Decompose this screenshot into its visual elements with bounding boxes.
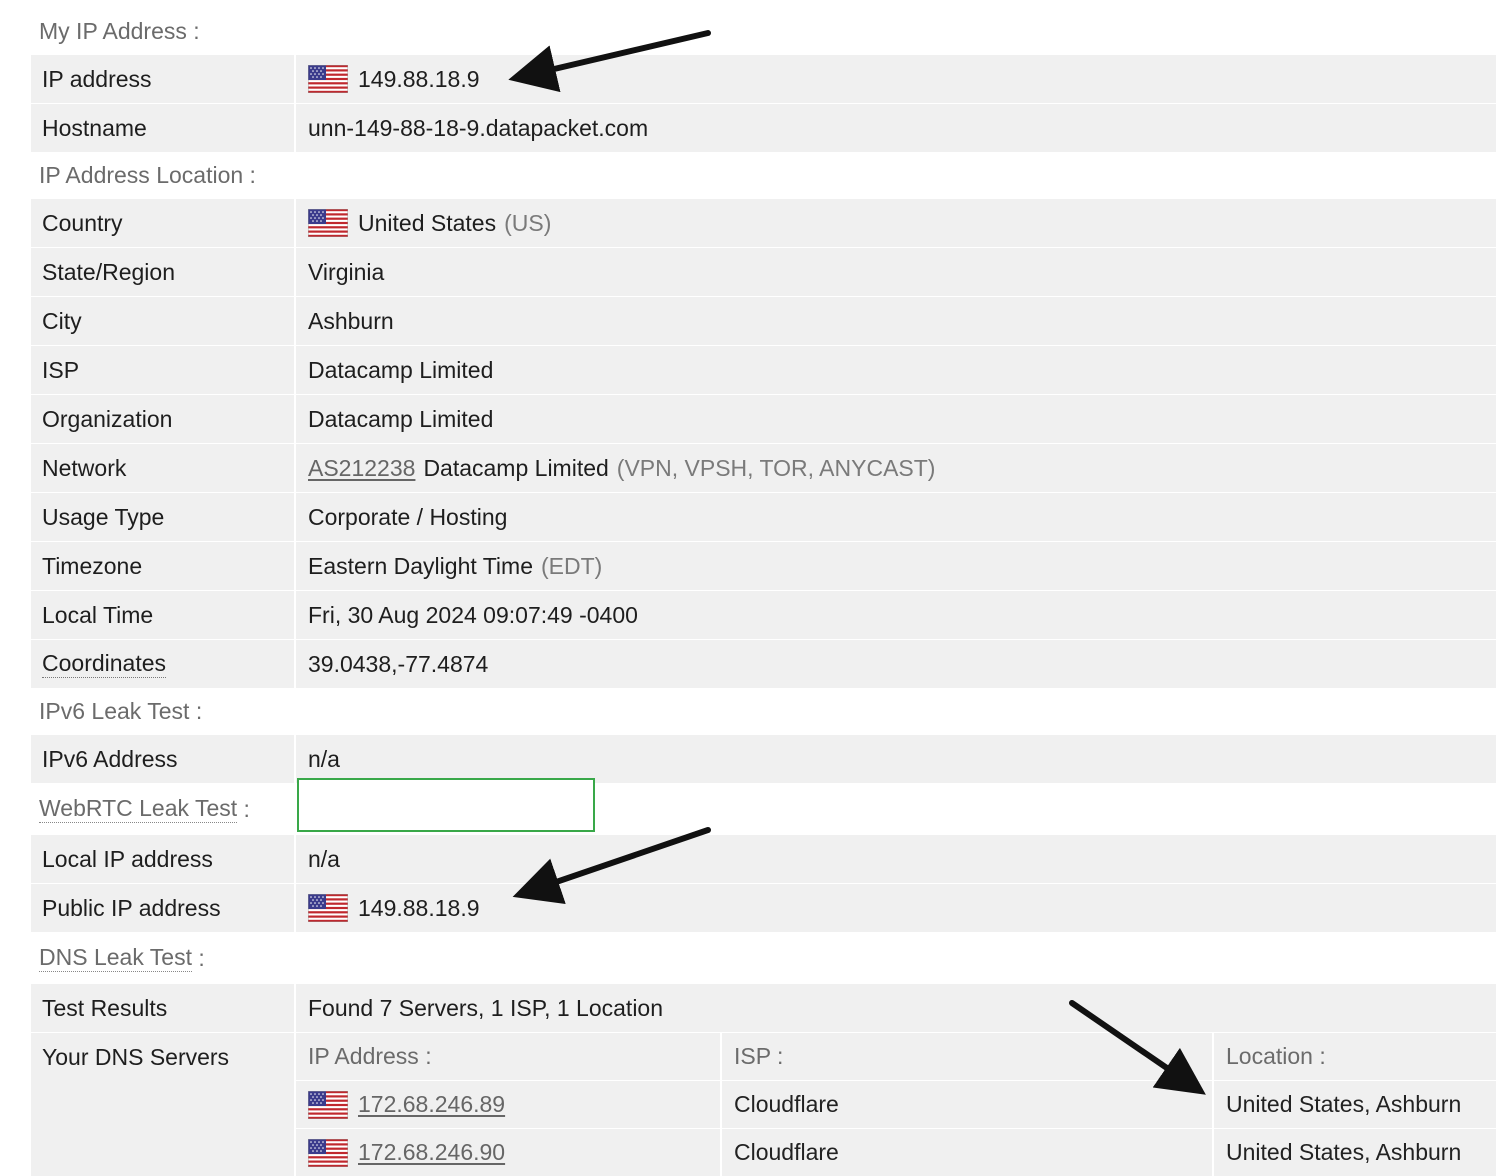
annotation-arrows xyxy=(508,30,1206,1095)
arrow-annotation xyxy=(508,30,711,93)
arrow-annotation xyxy=(1069,1000,1206,1095)
arrow-annotation xyxy=(512,827,711,905)
